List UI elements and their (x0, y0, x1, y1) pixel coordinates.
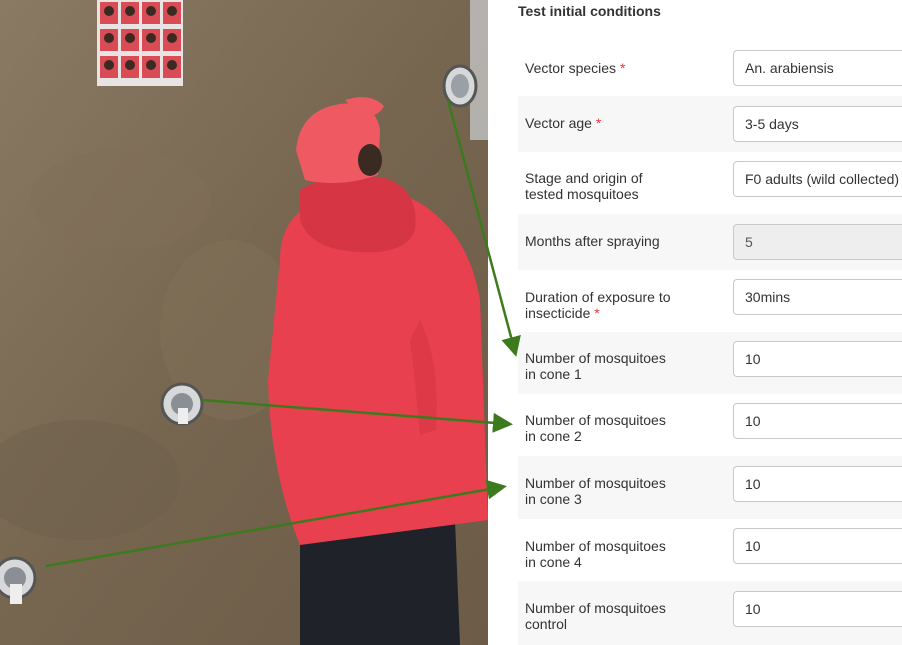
vector-species-field[interactable]: An. arabiensis (733, 50, 902, 86)
label-cone-4: Number of mosquitoes in cone 4 (525, 538, 666, 570)
label-months-after-spraying: Months after spraying (525, 233, 660, 249)
row-duration-exposure: Duration of exposure to insecticide * 30m… (518, 270, 902, 332)
poster (97, 0, 183, 86)
cone-1 (442, 64, 478, 108)
required-marker: * (594, 305, 600, 321)
row-vector-age: Vector age * 3-5 days (518, 96, 902, 152)
wall-photo-illustration (0, 0, 488, 645)
label-cone-1: Number of mosquitoes in cone 1 (525, 350, 666, 382)
control-count-field[interactable]: 10 (733, 591, 902, 627)
section-title: Test initial conditions (518, 3, 661, 19)
months-after-spraying-field[interactable]: 5 (733, 224, 902, 260)
row-cone-4: Number of mosquitoes in cone 4 10 (518, 519, 902, 581)
cone-4-count-field[interactable]: 10 (733, 528, 902, 564)
row-vector-species: Vector species * An. arabiensis (518, 39, 902, 96)
row-cone-1: Number of mosquitoes in cone 1 10 (518, 332, 902, 394)
vector-age-field[interactable]: 3-5 days (733, 106, 902, 142)
label-vector-species: Vector species * (525, 60, 626, 76)
required-marker: * (595, 115, 602, 131)
label-control: Number of mosquitoes control (525, 600, 666, 632)
row-months-after-spraying: Months after spraying 5 (518, 214, 902, 270)
field-photo (0, 0, 488, 645)
cone-3-count-field[interactable]: 10 (733, 466, 902, 502)
row-control: Number of mosquitoes control 10 (518, 581, 902, 645)
label-cone-2: Number of mosquitoes in cone 2 (525, 412, 666, 444)
row-cone-3: Number of mosquitoes in cone 3 10 (518, 456, 902, 519)
label-duration-exposure: Duration of exposure to insecticide * (525, 289, 671, 321)
cone-2 (160, 382, 204, 426)
duration-exposure-field[interactable]: 30mins (733, 279, 902, 315)
label-stage-origin: Stage and origin of tested mosquitoes (525, 170, 643, 202)
cone-1-count-field[interactable]: 10 (733, 341, 902, 377)
label-vector-age: Vector age * (525, 115, 602, 131)
row-stage-origin: Stage and origin of tested mosquitoes F0 … (518, 152, 902, 214)
label-cone-3: Number of mosquitoes in cone 3 (525, 475, 666, 507)
required-marker: * (619, 60, 626, 76)
row-cone-2: Number of mosquitoes in cone 2 10 (518, 394, 902, 456)
test-conditions-form: Test initial conditions Vector species *… (488, 0, 902, 645)
stage-origin-field[interactable]: F0 adults (wild collected) (733, 161, 902, 197)
cone-2-count-field[interactable]: 10 (733, 403, 902, 439)
